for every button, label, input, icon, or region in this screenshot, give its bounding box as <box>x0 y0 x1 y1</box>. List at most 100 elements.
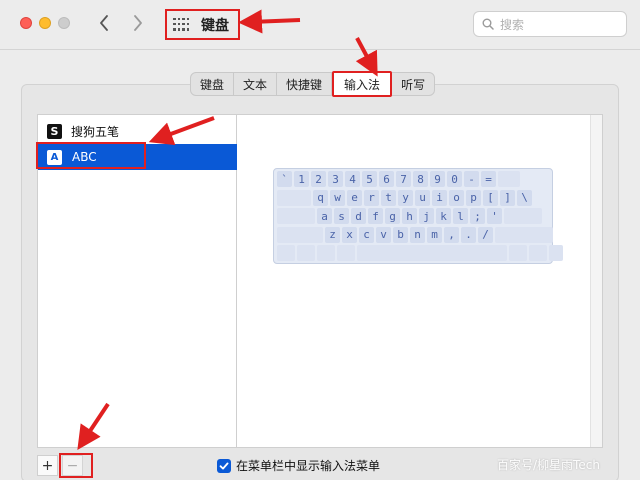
keyboard-key: 4 <box>345 171 360 187</box>
tab-text[interactable]: 文本 <box>234 73 278 95</box>
keyboard-key: 8 <box>413 171 428 187</box>
keyboard-key-blank <box>495 226 553 243</box>
keyboard-key-blank <box>357 245 507 262</box>
keyboard-key: i <box>432 189 447 206</box>
keyboard-key-blank <box>337 245 355 262</box>
keyboard-row <box>277 245 563 262</box>
abc-highlight-box <box>36 142 146 169</box>
keyboard-key-blank <box>297 245 315 262</box>
keyboard-key: o <box>449 189 464 206</box>
watermark: 百家号/柳星雨Tech <box>497 458 600 472</box>
chevron-right-icon <box>134 15 142 31</box>
keyboard-key: b <box>393 226 408 243</box>
keyboard-key: r <box>364 189 379 206</box>
grid-icon[interactable] <box>173 17 191 32</box>
keyboard-key: n <box>410 226 425 243</box>
keyboard-key: / <box>478 226 493 243</box>
keyboard-key: ' <box>487 208 502 225</box>
keyboard-key: e <box>347 189 362 206</box>
keyboard-key-blank <box>317 245 335 262</box>
keyboard-key: q <box>313 189 328 206</box>
keyboard-key: ; <box>470 208 485 225</box>
sogou-icon: S <box>47 123 62 139</box>
window-title-box: 键盘 <box>165 9 240 40</box>
minimize-window-button[interactable] <box>39 17 51 29</box>
keyboard-key: f <box>368 208 383 225</box>
keyboard-key-blank <box>498 171 520 187</box>
keyboard-key: d <box>351 208 366 225</box>
keyboard-key: z <box>325 226 340 243</box>
keyboard-key-blank <box>277 226 323 243</box>
keyboard-key: y <box>398 189 413 206</box>
keyboard-key: x <box>342 226 357 243</box>
keyboard-key-blank <box>504 208 542 225</box>
keyboard-row: q w e r t y u i o p[] \ <box>277 189 549 207</box>
tab-dictation[interactable]: 听写 <box>392 73 434 95</box>
show-input-menu-option[interactable]: 在菜单栏中显示输入法菜单 <box>217 457 380 474</box>
tab-input-sources[interactable]: 输入法 <box>332 71 393 97</box>
keyboard-key: . <box>461 226 476 243</box>
tab-keyboard[interactable]: 键盘 <box>191 73 235 95</box>
keyboard-row: ` 1 2 3 4 5 6 7 8 9 0- = <box>277 171 549 188</box>
window-title: 键盘 <box>201 17 229 34</box>
keyboard-key: 5 <box>362 171 377 187</box>
keyboard-key: \ <box>517 189 532 206</box>
keyboard-key: s <box>334 208 349 225</box>
keyboard-key: v <box>376 226 391 243</box>
keyboard-row: z x c v b n m,. / <box>277 226 553 244</box>
keyboard-key: c <box>359 226 374 243</box>
keyboard-row: a s d f g h j k l; ' <box>277 208 549 225</box>
keyboard-key-blank <box>277 245 295 262</box>
keyboard-key: 6 <box>379 171 394 187</box>
keyboard-key: u <box>415 189 430 206</box>
keyboard-key: l <box>453 208 468 225</box>
checkmark-icon <box>219 462 229 469</box>
keyboard-key: p <box>466 189 481 206</box>
back-button[interactable] <box>92 10 116 36</box>
keyboard-key: 0 <box>447 171 462 187</box>
tab-shortcuts[interactable]: 快捷键 <box>277 73 333 95</box>
keyboard-preview-pane <box>237 114 603 448</box>
add-input-source-button[interactable]: + <box>37 455 58 476</box>
keyboard-key: = <box>481 171 496 187</box>
remove-highlight-box <box>59 453 93 478</box>
keyboard-layout-preview: ` 1 2 3 4 5 6 7 8 9 0- = q w e r t y u i o p[] \ a s d f g h j k l; ' … <box>273 168 563 264</box>
keyboard-key: a <box>317 208 332 225</box>
keyboard-key-blank <box>509 245 527 262</box>
keyboard-key: - <box>464 171 479 187</box>
keyboard-key: 9 <box>430 171 445 187</box>
keyboard-key-blank <box>277 189 311 206</box>
keyboard-key-blank <box>277 208 315 225</box>
keyboard-key: k <box>436 208 451 225</box>
tab-bar: 键盘 文本 快捷键 输入法 听写 <box>190 71 436 97</box>
keyboard-key: 2 <box>311 171 326 187</box>
keyboard-key: , <box>444 226 459 243</box>
list-item-sogou-wubi[interactable]: S 搜狗五笔 <box>38 118 238 144</box>
keyboard-key: m <box>427 226 442 243</box>
keyboard-key-blank <box>529 245 547 262</box>
list-item-label: 搜狗五笔 <box>71 124 120 139</box>
show-input-menu-checkbox[interactable] <box>217 458 231 473</box>
keyboard-key: g <box>385 208 400 225</box>
keyboard-key: t <box>381 189 396 206</box>
close-window-button[interactable] <box>20 17 32 29</box>
chevron-left-icon <box>100 15 108 31</box>
keyboard-key: j <box>419 208 434 225</box>
search-placeholder: 搜索 <box>500 17 525 32</box>
keyboard-key: [ <box>483 189 498 206</box>
scrollbar[interactable] <box>590 115 602 447</box>
keyboard-key: h <box>402 208 417 225</box>
keyboard-key-blank <box>549 245 563 262</box>
title-bar: 键盘 搜索 <box>0 0 640 50</box>
keyboard-key: 7 <box>396 171 411 187</box>
show-input-menu-label: 在菜单栏中显示输入法菜单 <box>236 459 381 473</box>
keyboard-key: 3 <box>328 171 343 187</box>
keyboard-key: w <box>330 189 345 206</box>
search-field[interactable]: 搜索 <box>473 11 627 37</box>
keyboard-key: ` <box>277 171 292 187</box>
zoom-window-button[interactable] <box>58 17 70 29</box>
keyboard-key: 1 <box>294 171 309 187</box>
forward-button[interactable] <box>126 10 150 36</box>
search-icon <box>482 18 494 30</box>
keyboard-key: ] <box>500 189 515 206</box>
